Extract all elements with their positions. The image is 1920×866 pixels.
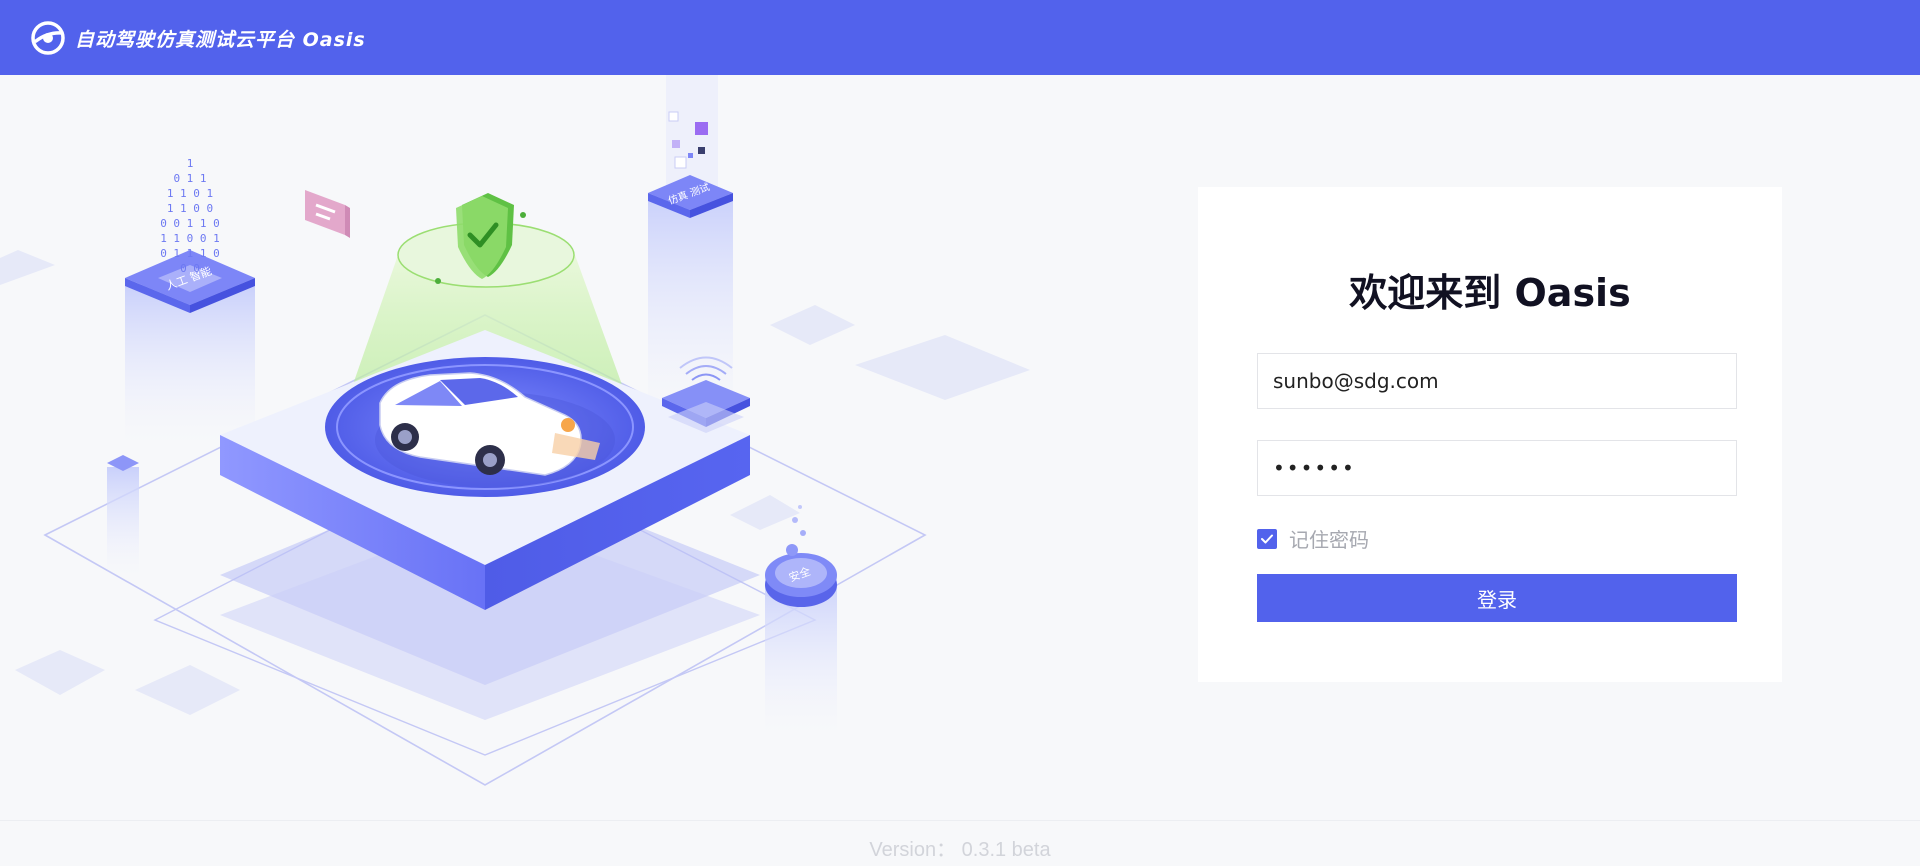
svg-text:1 1 0 0 1: 1 1 0 0 1 bbox=[160, 232, 220, 245]
svg-text:0 0: 0 0 bbox=[180, 262, 200, 275]
svg-text:1 1 0 1: 1 1 0 1 bbox=[167, 187, 213, 200]
remember-password-option[interactable]: 记住密码 bbox=[1257, 524, 1369, 553]
svg-text:0 1 1: 0 1 1 bbox=[173, 172, 206, 185]
top-tower: 仿真 测试 bbox=[648, 75, 733, 425]
email-field[interactable] bbox=[1257, 353, 1737, 409]
login-heading: 欢迎来到 Oasis bbox=[1349, 271, 1631, 315]
security-pillar: 安全 bbox=[765, 505, 837, 735]
chat-bubble-icon bbox=[305, 190, 350, 238]
svg-text:1 1 0 0: 1 1 0 0 bbox=[167, 202, 213, 215]
footer-divider bbox=[0, 820, 1920, 821]
left-tower: 人工 智能 1 0 1 1 1 1 0 1 1 1 0 0 0 0 1 1 0 … bbox=[125, 157, 255, 445]
brand-title: 自动驾驶仿真测试云平台 Oasis bbox=[75, 29, 366, 51]
svg-text:0 0 1 1 0: 0 0 1 1 0 bbox=[160, 217, 220, 230]
login-card: 欢迎来到 Oasis 记住密码 登录 bbox=[1198, 187, 1782, 682]
steering-wheel-logo-icon bbox=[31, 21, 65, 55]
svg-text:1: 1 bbox=[187, 157, 194, 170]
remember-password-label: 记住密码 bbox=[1289, 528, 1369, 552]
remember-password-checkbox[interactable] bbox=[1257, 528, 1277, 549]
login-button[interactable]: 登录 bbox=[1257, 574, 1737, 622]
svg-text:0 1 1 1 0: 0 1 1 1 0 bbox=[160, 247, 220, 260]
top-bar: 自动驾驶仿真测试云平台 Oasis bbox=[0, 0, 1920, 75]
small-pillar bbox=[107, 455, 139, 577]
checkmark-icon bbox=[1261, 534, 1273, 543]
password-field[interactable] bbox=[1257, 440, 1737, 496]
version-label: Version： 0.3.1 beta bbox=[869, 839, 1051, 861]
hero-illustration: 人工 智能 1 0 1 1 1 1 0 1 1 1 0 0 0 0 1 1 0 … bbox=[0, 75, 1030, 786]
